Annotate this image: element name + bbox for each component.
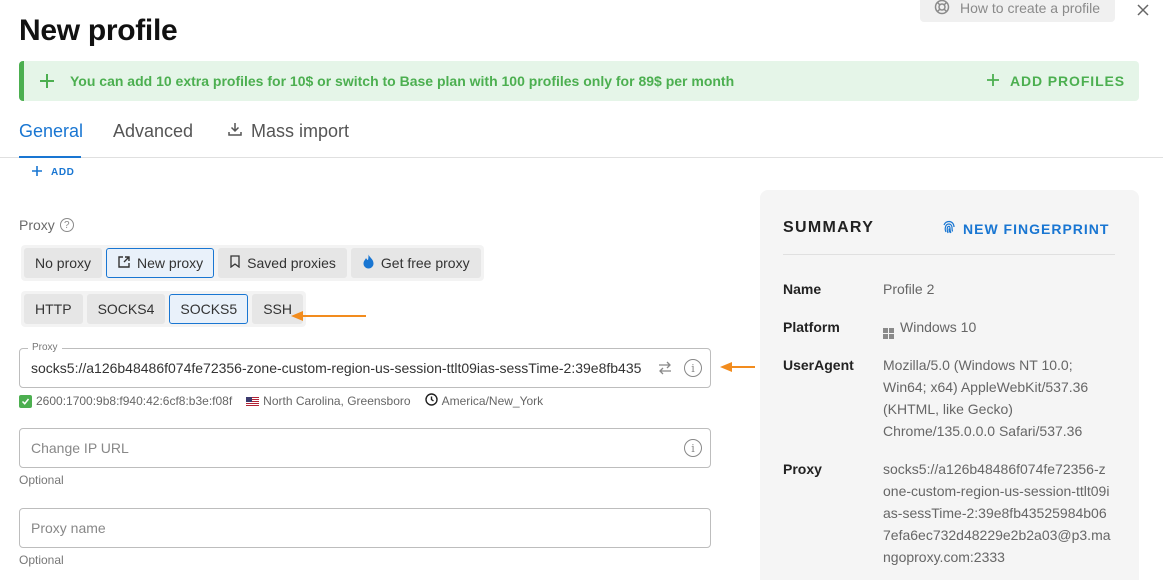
summary-useragent-key: UserAgent <box>783 357 854 373</box>
proxy-check-result: 2600:1700:9b8:f940:42:6cf8:b3e:f08f Nort… <box>19 393 543 409</box>
new-proxy-button[interactable]: New proxy <box>106 248 215 278</box>
proxy-location: North Carolina, Greensboro <box>263 394 411 408</box>
tab-bar: General Advanced Mass import <box>0 112 1163 158</box>
no-proxy-button[interactable]: No proxy <box>24 248 103 278</box>
change-ip-url-input[interactable]: Change IP URL i <box>19 428 711 468</box>
summary-divider <box>783 254 1115 255</box>
windows-icon <box>883 328 894 339</box>
proxy-name-input[interactable]: Proxy name <box>19 508 711 548</box>
tab-mass-import-label: Mass import <box>251 121 350 141</box>
add-profiles-button[interactable]: ADD PROFILES <box>986 61 1125 101</box>
summary-title: SUMMARY <box>783 219 875 236</box>
summary-platform-text: Windows 10 <box>900 319 977 335</box>
proxy-input[interactable]: Proxy socks5://a126b48486f074fe72356-zon… <box>19 342 711 388</box>
banner-text: You can add 10 extra profiles for 10$ or… <box>70 73 735 89</box>
plus-icon <box>38 72 56 90</box>
upgrade-banner: You can add 10 extra profiles for 10$ or… <box>19 61 1139 101</box>
protocol-group: HTTP SOCKS4 SOCKS5 SSH <box>21 291 306 327</box>
saved-proxies-button[interactable]: Saved proxies <box>218 248 347 278</box>
plus-icon <box>986 73 1000 90</box>
change-ip-url-placeholder: Change IP URL <box>31 440 129 456</box>
proxy-input-value[interactable]: socks5://a126b48486f074fe72356-zone-cust… <box>31 349 641 387</box>
summary-proxy-key: Proxy <box>783 461 822 477</box>
tab-mass-import[interactable]: Mass import <box>227 121 349 142</box>
lifebuoy-icon <box>934 0 950 18</box>
download-icon <box>227 121 243 142</box>
protocol-socks5-label: SOCKS5 <box>180 301 238 317</box>
how-to-create-profile-button[interactable]: How to create a profile <box>920 0 1115 22</box>
summary-platform-key: Platform <box>783 319 840 335</box>
summary-panel: SUMMARY NEW FINGERPRINT Name Profile 2 P… <box>760 190 1139 580</box>
add-profiles-label: ADD PROFILES <box>1009 73 1125 89</box>
swap-icon[interactable] <box>657 360 673 381</box>
protocol-socks4-button[interactable]: SOCKS4 <box>86 294 166 324</box>
new-tab-icon <box>117 255 131 272</box>
add-button[interactable]: ADD <box>31 165 74 180</box>
checkmark-icon <box>19 394 32 408</box>
proxy-name-helper: Optional <box>19 553 64 567</box>
protocol-ssh-label: SSH <box>263 301 292 317</box>
tab-advanced[interactable]: Advanced <box>113 121 193 142</box>
protocol-socks4-label: SOCKS4 <box>97 301 155 317</box>
help-label: How to create a profile <box>960 0 1101 16</box>
proxy-ip: 2600:1700:9b8:f940:42:6cf8:b3e:f08f <box>36 394 233 408</box>
summary-name-key: Name <box>783 281 822 297</box>
get-free-proxy-label: Get free proxy <box>380 255 470 271</box>
saved-proxies-label: Saved proxies <box>247 255 336 271</box>
plus-icon <box>31 165 43 180</box>
add-label: ADD <box>51 167 75 178</box>
proxy-label-text: Proxy <box>19 217 55 233</box>
get-free-proxy-button[interactable]: Get free proxy <box>350 248 481 278</box>
new-proxy-label: New proxy <box>137 255 204 271</box>
clock-icon <box>424 393 438 409</box>
info-icon[interactable]: i <box>684 359 702 377</box>
active-tab-indicator <box>19 156 81 158</box>
new-fingerprint-button[interactable]: NEW FINGERPRINT <box>941 219 1109 238</box>
protocol-socks5-button[interactable]: SOCKS5 <box>169 294 249 324</box>
new-fingerprint-label: NEW FINGERPRINT <box>963 220 1110 237</box>
summary-name-value: Profile 2 <box>883 281 935 297</box>
change-ip-helper: Optional <box>19 473 64 487</box>
proxy-name-placeholder: Proxy name <box>31 520 106 536</box>
summary-platform-value: Windows 10 <box>883 316 1115 339</box>
fingerprint-icon <box>941 219 957 238</box>
proxy-timezone: America/New_York <box>441 394 544 408</box>
tab-advanced-label: Advanced <box>113 121 194 141</box>
protocol-http-label: HTTP <box>35 301 72 317</box>
close-icon[interactable] <box>1133 0 1153 20</box>
proxy-section-label: Proxy ? <box>19 217 74 233</box>
question-icon[interactable]: ? <box>59 218 74 232</box>
summary-useragent-value: Mozilla/5.0 (Windows NT 10.0; Win64; x64… <box>883 357 1089 439</box>
proxy-mode-group: No proxy New proxy Saved proxies Get fre… <box>21 245 484 281</box>
no-proxy-label: No proxy <box>35 255 92 271</box>
page-title: New profile <box>19 14 178 47</box>
summary-proxy-value: socks5://a126b48486f074fe72356-zone-cust… <box>883 461 1111 565</box>
bookmark-icon <box>229 255 241 271</box>
info-icon[interactable]: i <box>684 439 702 457</box>
tab-general[interactable]: General <box>19 121 83 142</box>
protocol-http-button[interactable]: HTTP <box>24 294 83 324</box>
tab-general-label: General <box>19 121 84 141</box>
us-flag-icon <box>246 396 260 406</box>
fire-icon <box>362 254 375 272</box>
